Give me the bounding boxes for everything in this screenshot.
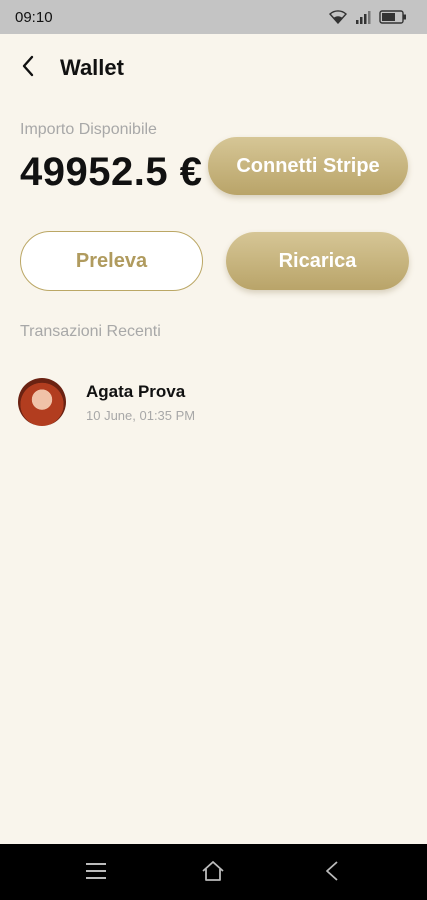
connect-stripe-button[interactable]: Connetti Stripe xyxy=(208,137,408,195)
top-up-button[interactable]: Ricarica xyxy=(226,232,409,290)
navigation-bar xyxy=(0,844,427,900)
avatar xyxy=(18,378,66,426)
page-title: Wallet xyxy=(60,55,124,80)
back-button[interactable] xyxy=(14,54,42,82)
signal-icon xyxy=(355,10,371,24)
home-icon xyxy=(201,860,225,887)
status-time: 09:10 xyxy=(15,8,53,26)
battery-icon xyxy=(379,10,407,24)
app-header: Wallet xyxy=(0,34,427,102)
system-back-button[interactable] xyxy=(319,860,345,886)
transaction-name: Agata Prova xyxy=(86,382,186,401)
wifi-icon xyxy=(329,10,347,24)
chevron-left-icon xyxy=(21,55,35,82)
balance-label: Importo Disponibile xyxy=(20,121,157,138)
menu-icon xyxy=(85,861,107,886)
status-icons xyxy=(329,10,407,24)
transaction-item[interactable]: Agata Prova 10 June, 01:35 PM xyxy=(18,375,408,430)
recent-transactions-title: Transazioni Recenti xyxy=(20,323,161,340)
withdraw-button[interactable]: Preleva xyxy=(20,231,203,291)
back-icon xyxy=(324,860,340,887)
transaction-date: 10 June, 01:35 PM xyxy=(86,408,196,423)
status-bar: 09:10 xyxy=(0,0,427,34)
menu-button[interactable] xyxy=(83,860,109,886)
home-button[interactable] xyxy=(200,860,226,886)
balance-amount: 49952.5 € xyxy=(20,150,203,194)
